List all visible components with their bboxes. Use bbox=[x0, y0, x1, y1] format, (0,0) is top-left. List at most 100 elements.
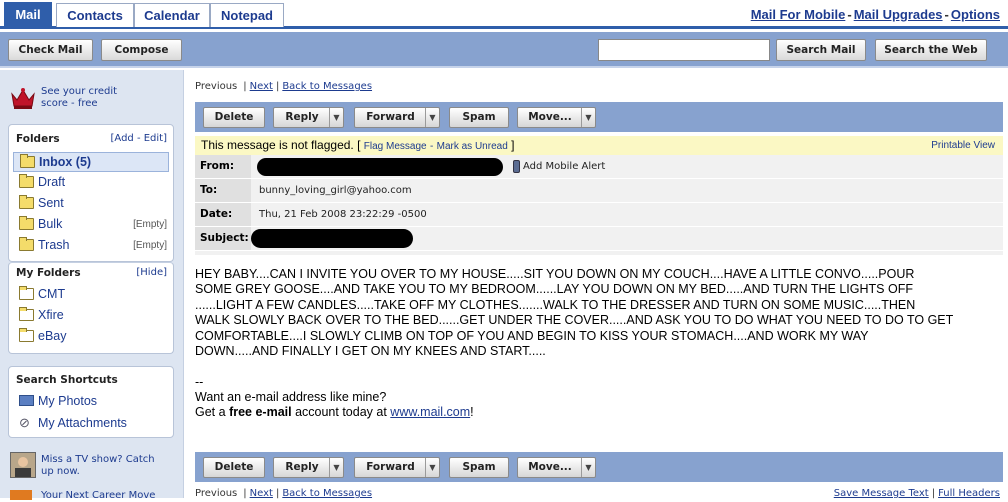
action-bar-bottom: Delete Reply ▼ Forward ▼ Spam Move... ▼ bbox=[195, 452, 1003, 482]
shortcut-my-photos[interactable]: My Photos bbox=[13, 392, 169, 412]
subject-label: Subject: bbox=[195, 227, 251, 250]
folders-add-edit[interactable]: [Add - Edit] bbox=[111, 133, 168, 144]
credit-score-promo[interactable]: See your credit score - free bbox=[41, 86, 131, 110]
delete-button[interactable]: Delete bbox=[203, 457, 265, 478]
action-bar-top: Delete Reply ▼ Forward ▼ Spam Move... ▼ bbox=[195, 102, 1003, 132]
add-mobile-alert-link[interactable]: Add Mobile Alert bbox=[523, 155, 605, 178]
search-web-button[interactable]: Search the Web bbox=[875, 39, 987, 61]
my-folders-panel: My Folders [Hide] CMT Xfire eBay bbox=[8, 262, 174, 354]
date-label: Date: bbox=[195, 203, 251, 226]
date-value: Thu, 21 Feb 2008 23:22:29 -0500 bbox=[259, 209, 427, 220]
flag-message-link[interactable]: Flag Message bbox=[364, 141, 427, 152]
folder-trash[interactable]: Trash [Empty] bbox=[13, 236, 169, 256]
camera-icon bbox=[19, 395, 34, 406]
paperclip-icon: ⊘ bbox=[19, 415, 30, 430]
forward-button[interactable]: Forward ▼ bbox=[354, 107, 440, 128]
back-to-messages-link[interactable]: Back to Messages bbox=[282, 488, 372, 499]
sidebar: See your credit score - free Folders [Ad… bbox=[0, 70, 184, 501]
dropdown-arrow-icon[interactable]: ▼ bbox=[425, 458, 439, 477]
briefcase-icon bbox=[10, 490, 32, 500]
dropdown-arrow-icon[interactable]: ▼ bbox=[581, 458, 595, 477]
folder-inbox[interactable]: Inbox (5) bbox=[13, 152, 169, 172]
folder-sent[interactable]: Sent bbox=[13, 194, 169, 214]
crown-icon bbox=[10, 86, 36, 110]
trash-empty-link[interactable]: [Empty] bbox=[133, 236, 167, 255]
folder-draft[interactable]: Draft bbox=[13, 173, 169, 193]
folders-title: Folders bbox=[16, 133, 60, 145]
folder-icon bbox=[19, 328, 34, 342]
dropdown-arrow-icon[interactable]: ▼ bbox=[425, 108, 439, 127]
message-body: HEY BABY....CAN I INVITE YOU OVER TO MY … bbox=[195, 267, 954, 359]
career-promo[interactable]: Your Next Career Move bbox=[41, 490, 171, 502]
options-link[interactable]: Options bbox=[951, 7, 1000, 22]
mail-com-link[interactable]: www.mail.com bbox=[390, 405, 470, 419]
move-button[interactable]: Move... ▼ bbox=[517, 107, 596, 128]
date-row: Date: Thu, 21 Feb 2008 23:22:29 -0500 bbox=[195, 203, 1003, 227]
my-folders-hide[interactable]: [Hide] bbox=[136, 267, 167, 278]
message-signature: -- Want an e-mail address like mine? Get… bbox=[195, 375, 474, 419]
move-button[interactable]: Move... ▼ bbox=[517, 457, 596, 478]
folder-icon bbox=[20, 154, 35, 168]
tab-contacts[interactable]: Contacts bbox=[56, 3, 134, 27]
message-headers: From: Add Mobile Alert To: bunny_loving_… bbox=[195, 155, 1003, 255]
folder-bulk[interactable]: Bulk [Empty] bbox=[13, 215, 169, 235]
sent-folder-icon bbox=[19, 195, 34, 209]
mark-as-unread-link[interactable]: Mark as Unread bbox=[437, 141, 508, 152]
dropdown-arrow-icon[interactable]: ▼ bbox=[581, 108, 595, 127]
top-tab-bar: Mail Contacts Calendar Notepad Mail For … bbox=[0, 0, 1008, 29]
bulk-empty-link[interactable]: [Empty] bbox=[133, 215, 167, 234]
dropdown-arrow-icon[interactable]: ▼ bbox=[329, 458, 343, 477]
from-row: From: Add Mobile Alert bbox=[195, 155, 1003, 179]
flag-status-text: This message is not flagged. bbox=[201, 138, 354, 152]
message-view: Previous | Next | Back to Messages Delete Re… bbox=[185, 70, 1008, 499]
compose-button[interactable]: Compose bbox=[101, 39, 182, 61]
my-folders-title: My Folders bbox=[16, 267, 81, 279]
printable-view-link[interactable]: Printable View bbox=[931, 136, 995, 155]
reply-button[interactable]: Reply ▼ bbox=[273, 457, 344, 478]
spam-button[interactable]: Spam bbox=[449, 457, 509, 478]
reply-button[interactable]: Reply ▼ bbox=[273, 107, 344, 128]
from-label: From: bbox=[195, 155, 251, 178]
mail-upgrades-link[interactable]: Mail Upgrades bbox=[854, 7, 943, 22]
draft-folder-icon bbox=[19, 174, 34, 188]
bulk-folder-icon bbox=[19, 216, 34, 230]
main-toolbar: Check Mail Compose Search Mail Search th… bbox=[0, 32, 1008, 68]
spam-button[interactable]: Spam bbox=[449, 107, 509, 128]
full-headers-link[interactable]: Full Headers bbox=[938, 488, 1000, 499]
to-label: To: bbox=[195, 179, 251, 202]
redacted-sender bbox=[257, 158, 503, 176]
message-nav-bottom: Previous | Next | Back to Messages bbox=[195, 488, 373, 499]
mail-for-mobile-link[interactable]: Mail For Mobile bbox=[751, 7, 846, 22]
search-shortcuts-title: Search Shortcuts bbox=[16, 374, 118, 386]
tab-notepad[interactable]: Notepad bbox=[210, 3, 284, 27]
to-value: bunny_loving_girl@yahoo.com bbox=[259, 185, 412, 196]
tab-calendar[interactable]: Calendar bbox=[134, 3, 210, 27]
shortcut-my-attachments[interactable]: ⊘ My Attachments bbox=[13, 413, 169, 433]
redacted-subject bbox=[251, 229, 413, 248]
search-mail-button[interactable]: Search Mail bbox=[776, 39, 866, 61]
next-link[interactable]: Next bbox=[250, 488, 273, 499]
check-mail-button[interactable]: Check Mail bbox=[8, 39, 93, 61]
folder-cmt[interactable]: CMT bbox=[13, 285, 169, 305]
message-nav-top: Previous | Next | Back to Messages bbox=[195, 81, 373, 92]
message-tools-bottom: Save Message Text | Full Headers bbox=[833, 488, 1000, 499]
to-row: To: bunny_loving_girl@yahoo.com bbox=[195, 179, 1003, 203]
tab-mail[interactable]: Mail bbox=[4, 2, 52, 29]
forward-button[interactable]: Forward ▼ bbox=[354, 457, 440, 478]
mobile-phone-icon bbox=[513, 160, 520, 173]
trash-folder-icon bbox=[19, 237, 34, 251]
search-shortcuts-panel: Search Shortcuts My Photos ⊘ My Attachmen… bbox=[8, 366, 174, 438]
tv-promo-photo bbox=[10, 452, 36, 478]
next-link[interactable]: Next bbox=[250, 81, 273, 92]
tv-show-promo[interactable]: Miss a TV show? Catch up now. bbox=[41, 454, 161, 478]
search-input[interactable] bbox=[598, 39, 770, 61]
folder-xfire[interactable]: Xfire bbox=[13, 306, 169, 326]
folder-icon bbox=[19, 286, 34, 300]
folder-icon bbox=[19, 307, 34, 321]
dropdown-arrow-icon[interactable]: ▼ bbox=[329, 108, 343, 127]
delete-button[interactable]: Delete bbox=[203, 107, 265, 128]
back-to-messages-link[interactable]: Back to Messages bbox=[282, 81, 372, 92]
subject-row: Subject: bbox=[195, 227, 1003, 251]
save-message-text-link[interactable]: Save Message Text bbox=[834, 488, 929, 499]
folder-ebay[interactable]: eBay bbox=[13, 327, 169, 347]
